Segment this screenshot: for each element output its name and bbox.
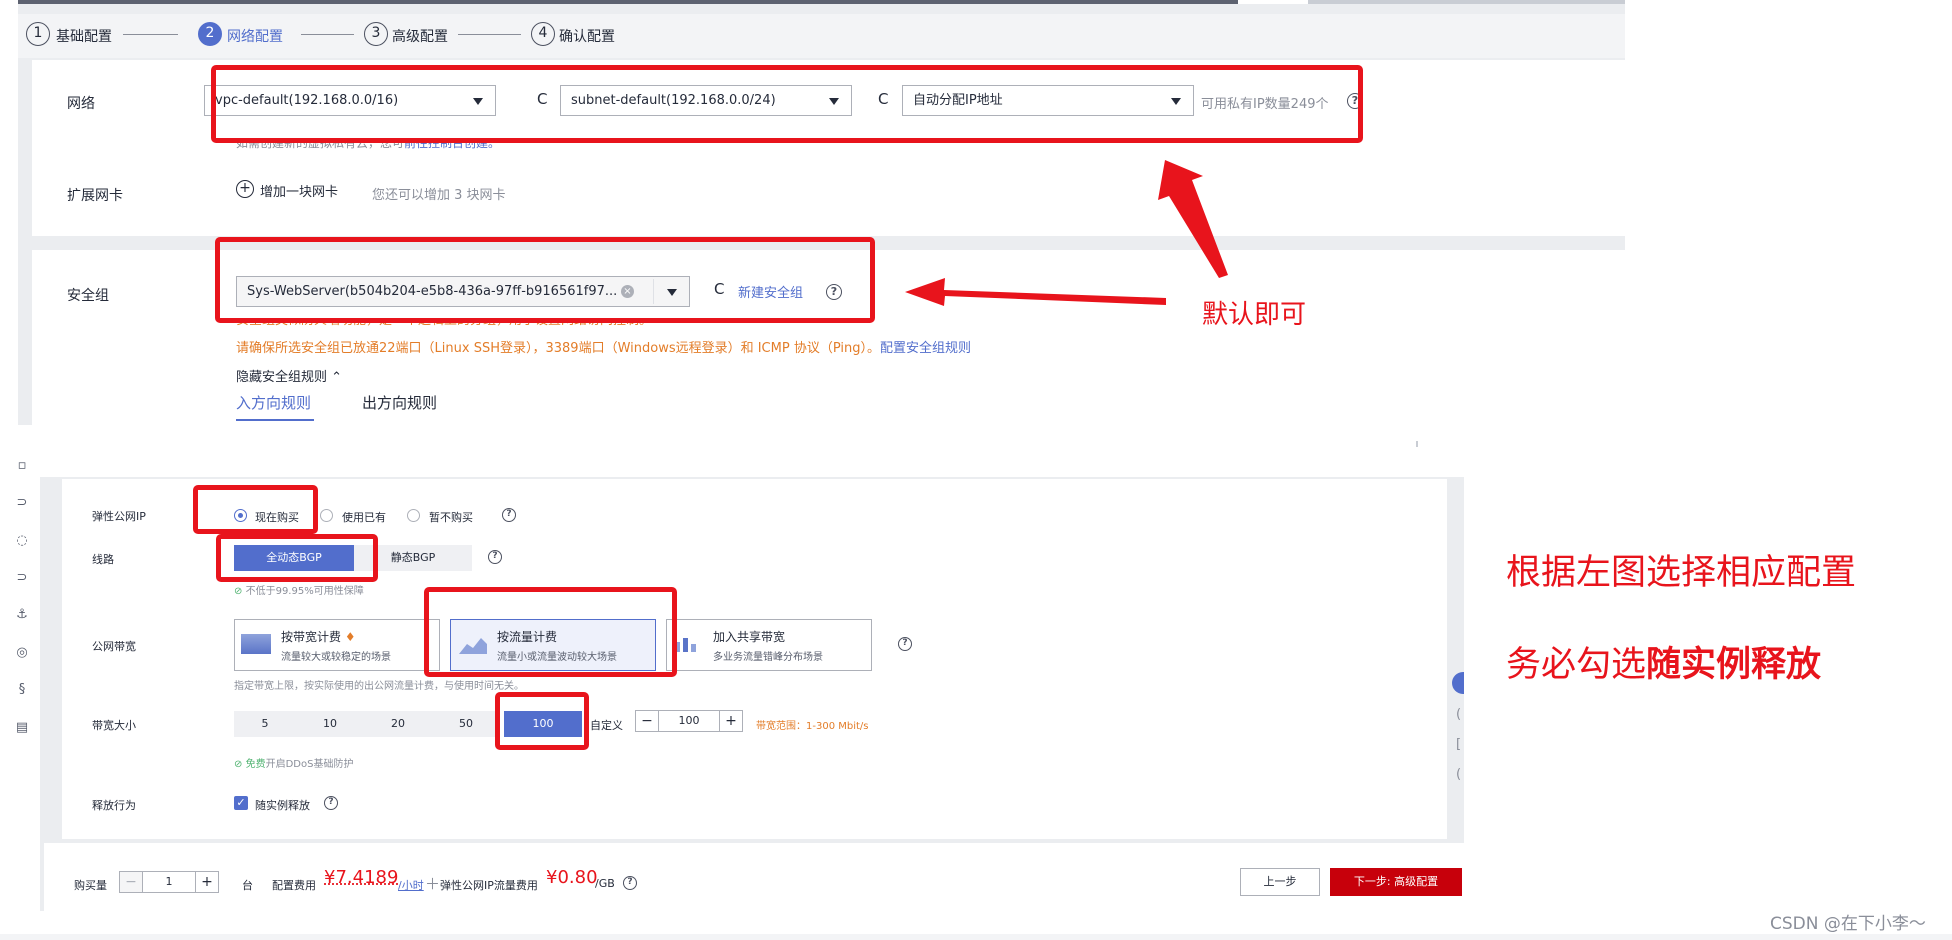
eip-option-none[interactable]: 暂不购买 [429, 509, 473, 525]
bandwidth-chart-icon [241, 634, 271, 654]
highlight-box-bandwidth-size [495, 692, 589, 750]
quantity-increment-button[interactable]: + [195, 871, 219, 893]
bandwidth-option-50[interactable]: 50 [432, 711, 500, 737]
sidebar-disk-icon[interactable]: ◌ [14, 533, 30, 549]
sidebar-network-icon[interactable]: ⚓ [14, 607, 30, 623]
thumb-up-icon: ♦ [344, 630, 356, 644]
plus-sign: ＋ [425, 875, 441, 893]
quantity-decrement-button[interactable]: − [119, 871, 143, 893]
bandwidth-card-by-bandwidth[interactable]: 按带宽计费 ♦ 流量较大或较稳定的场景 [234, 619, 440, 671]
eip-option-existing[interactable]: 使用已有 [342, 509, 386, 525]
sidebar-security-icon[interactable]: ◎ [14, 645, 30, 661]
eip-cost-value: ¥0.80 [546, 867, 598, 888]
bottom-strip [0, 934, 1952, 940]
sidebar-instance-icon[interactable]: ▫ [14, 458, 30, 474]
help-icon[interactable]: ? [502, 508, 516, 522]
sidebar-snapshot-icon[interactable]: ⊃ [14, 570, 30, 586]
bandwidth-card-sub: 流量较大或较稳定的场景 [281, 652, 391, 663]
bandwidth-card-title: 按带宽计费 ♦ [281, 630, 356, 644]
eip-radio-existing[interactable] [320, 509, 333, 522]
release-label: 释放行为 [92, 799, 136, 812]
help-icon[interactable]: ? [324, 796, 338, 810]
quantity-unit: 台 [242, 879, 253, 892]
quantity-input[interactable]: 1 [143, 871, 195, 893]
custom-bandwidth-label: 自定义 [590, 719, 623, 732]
float-panel-fragment: ( [1456, 707, 1462, 722]
bandwidth-range-hint: 带宽范围：1-300 Mbit/s [756, 721, 869, 732]
rules-table-bottom [40, 441, 1464, 477]
eip-label: 弹性公网IP [92, 510, 146, 523]
release-checkbox[interactable]: ✓ [234, 796, 248, 810]
prev-step-button[interactable]: 上一步 [1240, 868, 1320, 896]
bandwidth-type-hint: 指定带宽上限，按实际使用的出公网流量计费，与使用时间无关。 [234, 681, 524, 692]
ddos-hint: ⊘ 免费开启DDoS基础防护 [234, 759, 354, 770]
bandwidth-option-10[interactable]: 10 [296, 711, 364, 737]
shared-card-sub: 多业务流量错峰分布场景 [713, 652, 823, 663]
highlight-box-eip [193, 485, 318, 534]
float-panel-fragment: ( [1456, 767, 1462, 782]
line-availability-hint: ⊘ 不低于99.95%可用性保障 [234, 586, 364, 597]
help-icon[interactable]: ? [898, 637, 912, 651]
cost-label: 配置费用 [272, 879, 316, 892]
help-icon[interactable]: ? [623, 876, 637, 890]
eip-cost-label: 弹性公网IP流量费用 [440, 879, 538, 892]
highlight-box-line [216, 534, 378, 582]
sidebar-image-icon[interactable]: ⊃ [14, 495, 30, 511]
watermark: CSDN @在下小李～ [1770, 914, 1926, 934]
bandwidth-option-20[interactable]: 20 [364, 711, 432, 737]
arrow-left-to-security-group [905, 278, 1166, 306]
check-circle-icon: ⊘ [234, 759, 243, 770]
float-panel-fragment: [ [1456, 737, 1462, 752]
bandwidth-card-shared[interactable]: 加入共享带宽 多业务流量错峰分布场景 [666, 619, 872, 671]
arrow-up-to-network [1158, 160, 1228, 278]
bandwidth-decrement-button[interactable]: − [635, 710, 659, 732]
line-label: 线路 [92, 553, 114, 566]
annotation-default: 默认即可 [1202, 300, 1307, 330]
highlight-box-bandwidth-type [424, 587, 677, 677]
eip-cost-unit: /GB [595, 877, 615, 890]
release-checkbox-label[interactable]: 随实例释放 [255, 797, 310, 813]
annotation-must-check: 务必勾选随实例释放 [1506, 644, 1822, 685]
next-step-button[interactable]: 下一步: 高级配置 [1330, 868, 1462, 896]
shared-bandwidth-icon [673, 634, 701, 654]
bandwidth-custom-input[interactable]: 100 [659, 710, 719, 732]
cost-value[interactable]: ¥7.4189 [324, 867, 398, 888]
cost-unit: /小时 [398, 879, 424, 892]
purchase-footer: 购买量 − 1 + 台 配置费用 ¥7.4189 /小时 ＋ 弹性公网IP流量费… [44, 843, 1464, 911]
sidebar-user-icon[interactable]: § [14, 682, 30, 698]
help-icon[interactable]: ? [488, 550, 502, 564]
check-circle-icon: ⊘ [234, 586, 243, 597]
bandwidth-size-label: 带宽大小 [92, 719, 136, 732]
bandwidth-type-label: 公网带宽 [92, 640, 136, 653]
bandwidth-option-5[interactable]: 5 [234, 711, 296, 737]
eip-radio-none[interactable] [407, 509, 420, 522]
shared-card-title: 加入共享带宽 [713, 630, 786, 644]
quantity-label: 购买量 [74, 879, 107, 892]
annotation-select-config: 根据左图选择相应配置 [1506, 553, 1857, 593]
bandwidth-increment-button[interactable]: + [719, 710, 743, 732]
sidebar-doc-icon[interactable]: ▤ [14, 720, 30, 736]
